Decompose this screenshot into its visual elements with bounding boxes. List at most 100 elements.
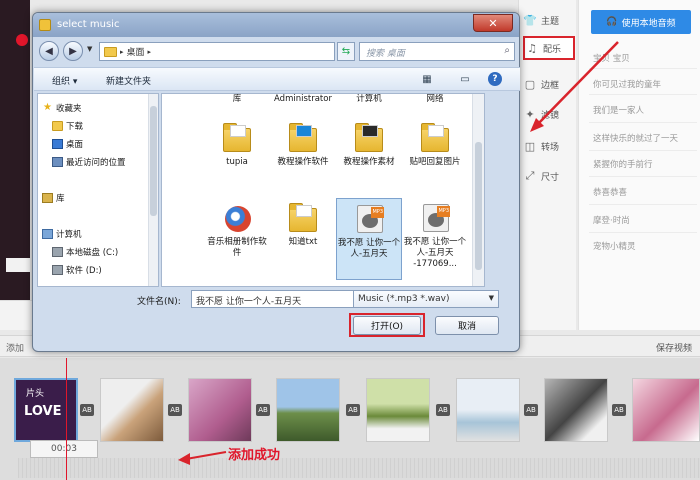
file-item[interactable]: 教程操作软件 — [270, 120, 336, 168]
song-item[interactable]: 摩登·时尚 — [593, 214, 630, 226]
transition-badge[interactable]: AB — [80, 404, 94, 416]
open-button[interactable]: 打开(O) — [353, 316, 421, 335]
dialog-title: select music — [57, 19, 120, 30]
back-button[interactable]: ◀ — [39, 41, 59, 61]
help-icon[interactable]: ? — [488, 72, 502, 86]
preview-pane-icon[interactable]: ▭ — [458, 72, 472, 86]
scrollbar-thumb[interactable] — [475, 142, 482, 270]
navigation-bar: ◀ ▶ ▼ ▸ 桌面 ▸ ⇆ 搜索 桌面 ⌕ — [37, 39, 517, 65]
clip-thumbnail[interactable] — [366, 378, 430, 442]
video-preview — [0, 0, 30, 300]
file-list-scrollbar[interactable] — [472, 94, 484, 286]
clip-thumbnail[interactable] — [100, 378, 164, 442]
address-bar[interactable]: ▸ 桌面 ▸ — [99, 42, 335, 61]
file-item-selected[interactable]: MP3 我不愿 让你一个人-五月天 — [336, 198, 402, 280]
nav-downloads[interactable]: 下载 — [52, 120, 83, 132]
transition-badge[interactable]: AB — [612, 404, 626, 416]
add-button[interactable]: 添加 — [6, 341, 24, 354]
song-item[interactable]: 恭喜恭喜 — [593, 186, 627, 198]
search-input[interactable]: 搜索 桌面 ⌕ — [359, 42, 515, 61]
tool-filter[interactable]: ✦ 滤镜 — [523, 102, 575, 126]
file-type-select[interactable]: Music (*.mp3 *.wav) ▼ — [353, 290, 499, 308]
computer-icon — [42, 229, 53, 239]
clip-thumbnail[interactable]: 片头 LOVE — [14, 378, 78, 442]
nav-recent[interactable]: 最近访问的位置 — [52, 156, 126, 168]
use-local-audio-button[interactable]: 🎧 使用本地音频 — [591, 10, 691, 34]
nav-desktop[interactable]: 桌面 — [52, 138, 83, 150]
file-item[interactable]: 知道txt — [270, 200, 336, 248]
clip-thumbnail[interactable] — [632, 378, 700, 442]
transition-badge[interactable]: AB — [168, 404, 182, 416]
music-album-app-icon — [225, 206, 251, 232]
folder-icon — [289, 203, 317, 232]
song-item[interactable]: 紧握你的手前行 — [593, 158, 653, 170]
file-item[interactable]: 教程操作素材 — [336, 120, 402, 168]
scrollbar-thumb[interactable] — [150, 106, 157, 216]
chevron-right-icon: ▸ — [147, 47, 152, 56]
size-icon: ⤢ — [525, 169, 535, 182]
nav-local-disk[interactable]: 本地磁盘 (C:) — [52, 246, 118, 258]
filter-icon: ✦ — [525, 107, 535, 121]
clip-thumbnail[interactable] — [544, 378, 608, 442]
song-item[interactable]: 这样快乐的就过了一天 — [593, 132, 678, 144]
playhead[interactable] — [66, 358, 67, 480]
clip-thumbnail[interactable] — [276, 378, 340, 442]
history-dropdown-icon[interactable]: ▼ — [87, 45, 92, 53]
nav-software-disk[interactable]: 软件 (D:) — [52, 264, 102, 276]
tool-transition[interactable]: ◫ 转场 — [523, 134, 575, 158]
file-item-partial[interactable]: Administrator — [270, 94, 336, 104]
file-item-partial[interactable]: 计算机 — [336, 94, 402, 104]
library-icon — [42, 193, 53, 203]
tool-frame[interactable]: ▢ 边框 — [523, 72, 575, 96]
save-video-button[interactable]: 保存视频 — [656, 341, 692, 354]
transition-badge[interactable]: AB — [256, 404, 270, 416]
file-item[interactable]: MP3 我不愿 让你一个人-五月天 -177069... — [402, 200, 468, 270]
record-indicator-icon — [16, 34, 28, 46]
cancel-button[interactable]: 取消 — [435, 316, 499, 335]
arrow-left-icon: ◀ — [45, 45, 53, 57]
view-options-icon[interactable]: ▦ — [420, 72, 434, 86]
dialog-titlebar[interactable]: select music ✕ — [33, 13, 519, 37]
song-item[interactable]: 宝贝 宝贝 — [593, 52, 630, 64]
transition-badge[interactable]: AB — [346, 404, 360, 416]
star-icon: ★ — [43, 102, 52, 113]
clip-thumbnail[interactable] — [456, 378, 520, 442]
disk-icon — [52, 247, 63, 257]
transition-badge[interactable]: AB — [436, 404, 450, 416]
timeline-ruler[interactable] — [18, 458, 700, 478]
song-item[interactable]: 我们是一家人 — [593, 104, 644, 116]
new-folder-button[interactable]: 新建文件夹 — [106, 74, 151, 87]
file-item[interactable]: tupia — [204, 120, 270, 168]
forward-button[interactable]: ▶ — [63, 41, 83, 61]
file-item[interactable]: 贴吧回复图片 — [402, 120, 468, 168]
song-item[interactable]: 宠物小精灵 — [593, 240, 636, 252]
search-icon: ⌕ — [504, 45, 510, 56]
folder-preview — [296, 205, 312, 217]
shirt-icon: 👕 — [523, 13, 537, 27]
tool-size[interactable]: ⤢ 尺寸 — [523, 164, 575, 188]
refresh-button[interactable]: ⇆ — [337, 42, 355, 61]
close-button[interactable]: ✕ — [473, 14, 513, 32]
transition-badge[interactable]: AB — [524, 404, 538, 416]
organize-menu[interactable]: 组织 ▾ — [52, 74, 77, 87]
chevron-right-icon: ▸ — [120, 47, 124, 56]
add-success-annotation: 添加成功 — [228, 448, 281, 463]
headphones-icon: 🎧 — [606, 17, 618, 27]
clip-thumbnail[interactable] — [188, 378, 252, 442]
file-item-partial[interactable]: 库 — [204, 94, 270, 104]
nav-libraries[interactable]: 库 — [42, 192, 65, 204]
refresh-icon: ⇆ — [341, 46, 351, 57]
desktop-icon — [52, 139, 63, 149]
tool-theme[interactable]: 👕 主题 — [523, 8, 575, 32]
preview-thumbnail — [6, 258, 30, 272]
file-item-partial[interactable]: 网络 — [402, 94, 468, 104]
nav-favorites[interactable]: ★ 收藏夹 — [42, 102, 82, 115]
tool-music[interactable]: ♫ 配乐 — [523, 36, 575, 60]
nav-scrollbar[interactable] — [148, 94, 158, 286]
file-item[interactable]: 音乐相册制作软件 — [204, 200, 270, 259]
folder-icon — [355, 123, 383, 152]
select-music-dialog: select music ✕ ◀ ▶ ▼ ▸ 桌面 ▸ ⇆ 搜索 桌面 ⌕ 组织… — [32, 12, 520, 352]
filename-input[interactable]: 我不愿 让你一个人-五月天 — [191, 290, 377, 308]
nav-computer[interactable]: 计算机 — [42, 228, 82, 240]
song-item[interactable]: 你可见过我的童年 — [593, 78, 661, 90]
